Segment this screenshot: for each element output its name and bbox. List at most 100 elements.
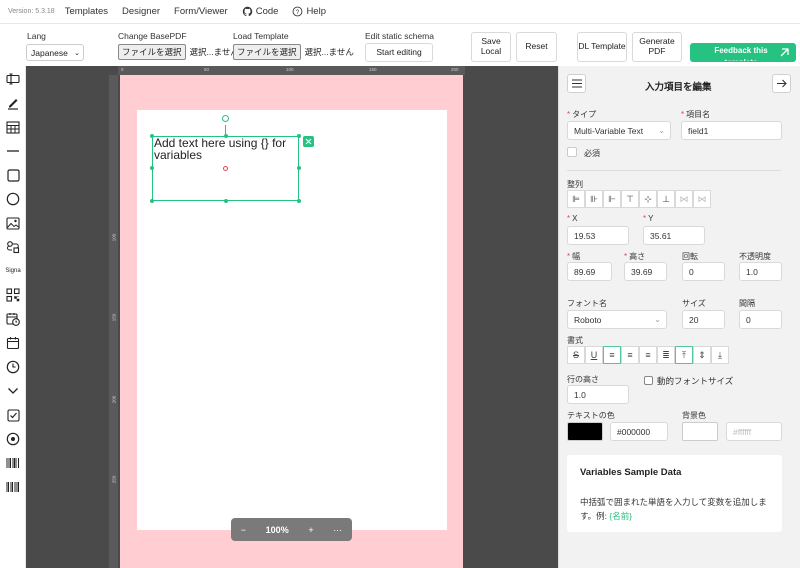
save-local-button[interactable]: Save Local (471, 32, 511, 62)
required-checkbox[interactable] (567, 147, 577, 157)
select-icon[interactable] (5, 383, 21, 399)
dynamic-font-size-checkbox[interactable] (644, 376, 653, 385)
image-icon[interactable] (5, 215, 21, 231)
align-right-icon[interactable]: ⊩ (603, 190, 621, 208)
nav-designer[interactable]: Designer (122, 6, 160, 17)
vertical-align-top-icon[interactable]: ⤒ (675, 346, 693, 364)
vertical-align-bottom-icon[interactable]: ⤓ (711, 346, 729, 364)
arrow-right-icon (776, 79, 787, 88)
vertical-align-middle-icon[interactable]: ⇕ (693, 346, 711, 364)
qrcode-icon[interactable] (5, 287, 21, 303)
align-middle-icon[interactable]: ⊹ (639, 190, 657, 208)
generate-pdf-button[interactable]: Generate PDF (632, 32, 682, 62)
template-file-button[interactable]: ファイルを選択 (233, 44, 301, 60)
type-label: * タイプ (567, 110, 597, 119)
checkbox-icon[interactable] (5, 407, 21, 423)
font-select[interactable]: Roboto ⌄ (567, 310, 667, 329)
text-align-center-icon[interactable]: ≡ (621, 346, 639, 364)
pen-icon[interactable] (5, 95, 21, 111)
text-justify-icon[interactable]: ≣ (657, 346, 675, 364)
text-color-input[interactable]: #000000 (610, 422, 668, 441)
underline-icon[interactable]: U (585, 346, 603, 364)
template-file-input[interactable]: ファイルを選択 選択...ません (233, 44, 354, 60)
x-label: * X (567, 214, 578, 223)
center-marker (223, 166, 228, 171)
spacing-input[interactable]: 0 (739, 310, 782, 329)
y-label: * Y (643, 214, 654, 223)
strikethrough-icon[interactable]: S (567, 346, 585, 364)
barcode-icon[interactable] (5, 455, 21, 471)
more-options-button[interactable]: ··· (333, 525, 342, 535)
nav-form-viewer[interactable]: Form/Viewer (174, 6, 228, 17)
text-color-swatch[interactable] (567, 422, 603, 441)
align-center-icon[interactable]: ⊪ (585, 190, 603, 208)
distribute-horizontal-icon[interactable]: ⋈ (675, 190, 693, 208)
resize-handle[interactable] (224, 134, 228, 138)
text-align-right-icon[interactable]: ≡ (639, 346, 657, 364)
menu-button[interactable] (567, 74, 586, 93)
external-link-icon (780, 48, 789, 57)
feedback-label: Feedback this template (714, 45, 768, 62)
align-bottom-icon[interactable]: ⊥ (657, 190, 675, 208)
start-editing-button[interactable]: Start editing (365, 43, 433, 62)
schema-tool-sidebar: Signa (0, 66, 26, 568)
dl-template-button[interactable]: DL Template (577, 32, 627, 62)
align-left-icon[interactable]: ⊫ (567, 190, 585, 208)
name-label: * 項目名 (681, 110, 711, 119)
name-input[interactable]: field1 (681, 121, 782, 140)
nav-code[interactable]: Code (242, 6, 278, 17)
basepdf-file-input[interactable]: ファイルを選択 選択...ません (118, 44, 239, 60)
rotation-input[interactable]: 0 (682, 262, 725, 281)
nav-templates[interactable]: Templates (65, 6, 108, 17)
size-input[interactable]: 20 (682, 310, 725, 329)
resize-handle[interactable] (297, 166, 301, 170)
rectangle-icon[interactable] (5, 167, 21, 183)
resize-handle[interactable] (297, 134, 301, 138)
resize-handle[interactable] (150, 166, 154, 170)
nav-help[interactable]: ? Help (292, 6, 326, 17)
line-icon[interactable] (5, 143, 21, 159)
type-select[interactable]: Multi-Variable Text ⌄ (567, 121, 671, 140)
zoom-out-button[interactable]: − (241, 525, 246, 535)
lang-select[interactable]: Japanese ⌄ (26, 44, 84, 61)
signature-icon[interactable]: Signa (4, 263, 22, 279)
width-input[interactable]: 89.69 (567, 262, 612, 281)
delete-field-button[interactable] (303, 136, 314, 147)
svg-icon[interactable] (5, 239, 21, 255)
align-top-icon[interactable]: ⊤ (621, 190, 639, 208)
size-label: サイズ (682, 299, 706, 308)
text-field-icon[interactable] (5, 71, 21, 87)
calendar-icon[interactable] (5, 335, 21, 351)
resize-handle[interactable] (150, 134, 154, 138)
reset-button[interactable]: Reset (516, 32, 557, 62)
divider (567, 170, 781, 171)
y-input[interactable]: 35.61 (643, 226, 705, 245)
height-input[interactable]: 39.69 (624, 262, 667, 281)
line-height-input[interactable]: 1.0 (567, 385, 629, 404)
x-input[interactable]: 19.53 (567, 226, 629, 245)
feedback-button[interactable]: Feedback this template (690, 43, 796, 62)
ellipse-icon[interactable] (5, 191, 21, 207)
distribute-vertical-icon[interactable]: ⋈ (693, 190, 711, 208)
clock-icon[interactable] (5, 359, 21, 375)
barcode-icon[interactable] (5, 479, 21, 495)
radio-icon[interactable] (5, 431, 21, 447)
zoom-level: 100% (265, 524, 289, 535)
collapse-panel-button[interactable] (772, 74, 791, 93)
table-icon[interactable] (5, 119, 21, 135)
bg-color-swatch[interactable] (682, 422, 718, 441)
resize-handle[interactable] (224, 199, 228, 203)
height-label-text: 高さ (629, 252, 646, 261)
ruler-tick: 50 (204, 67, 210, 72)
opacity-input[interactable]: 1.0 (739, 262, 782, 281)
zoom-in-button[interactable]: + (308, 525, 313, 535)
date-time-icon[interactable] (5, 311, 21, 327)
bg-color-input[interactable]: #ffffff (726, 422, 782, 441)
resize-handle[interactable] (150, 199, 154, 203)
basepdf-file-button[interactable]: ファイルを選択 (118, 44, 186, 60)
resize-handle[interactable] (297, 199, 301, 203)
svg-text:?: ? (296, 9, 300, 16)
text-align-left-icon[interactable]: ≡ (603, 346, 621, 364)
lang-label: Lang (27, 31, 46, 41)
rotate-handle[interactable] (222, 115, 229, 122)
